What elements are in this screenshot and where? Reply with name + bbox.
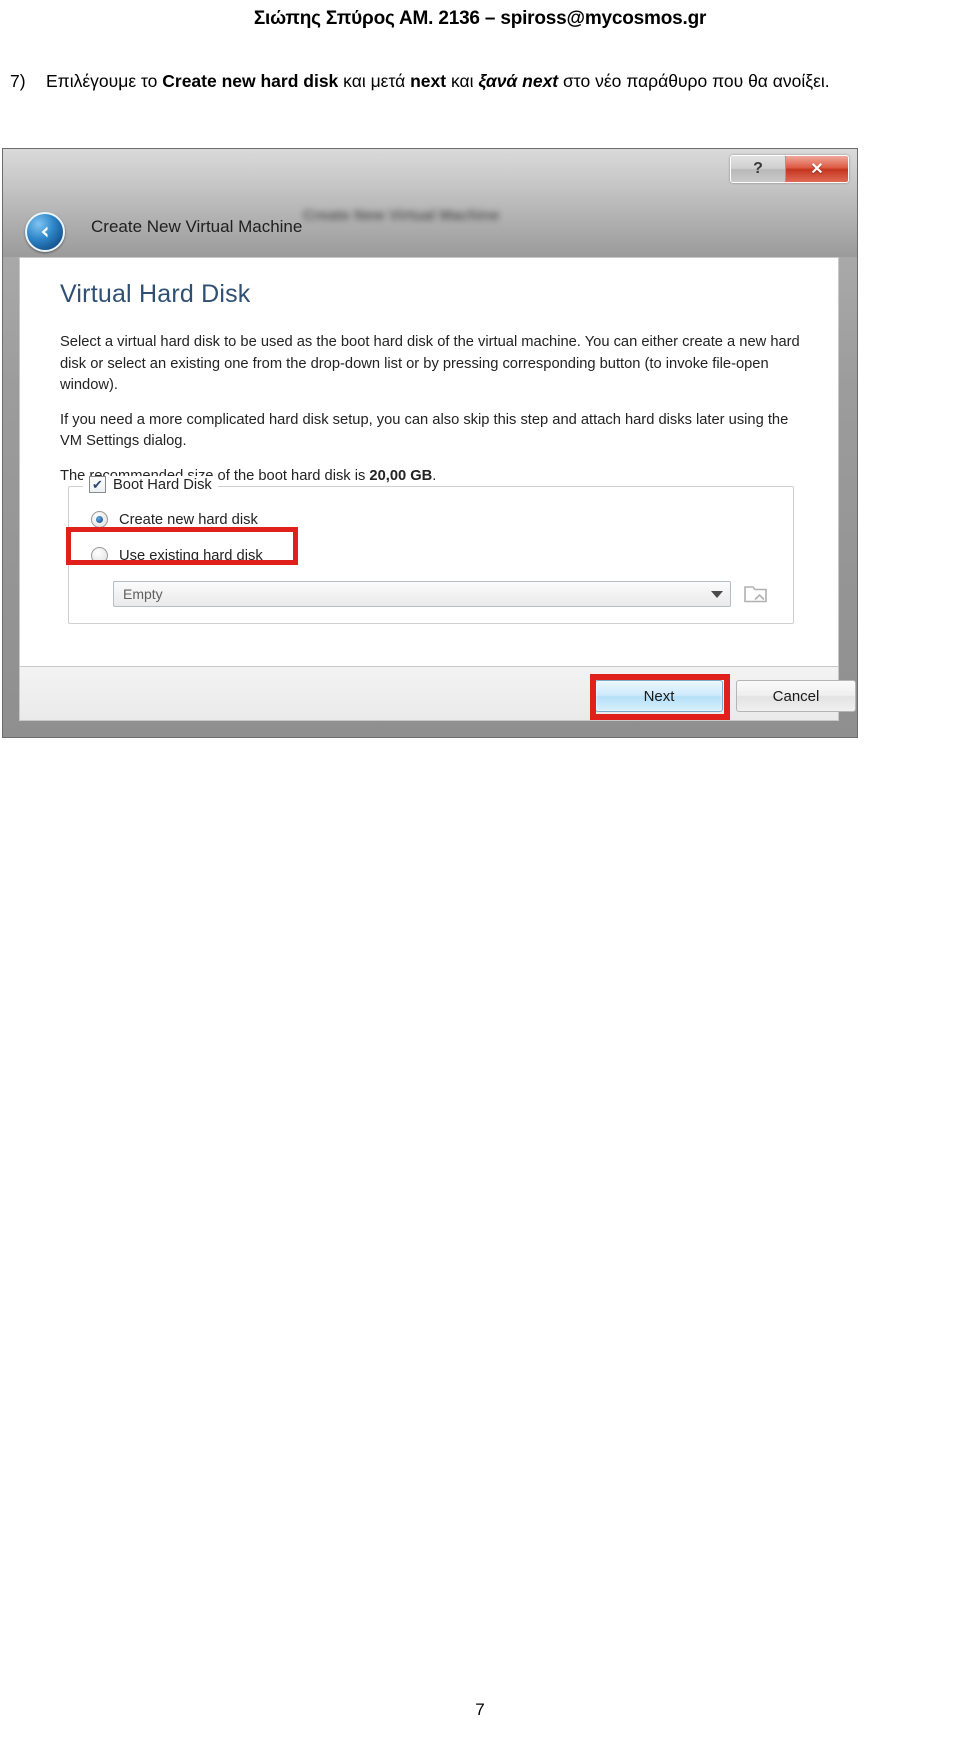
close-button[interactable]: ✕ [786,156,848,182]
boot-hard-disk-label: Boot Hard Disk [113,476,212,493]
cancel-button[interactable]: Cancel [736,680,856,712]
page-title: Virtual Hard Disk [60,280,251,308]
description-paragraph-2: If you need a more complicated hard disk… [60,411,789,450]
instruction-text: Επιλέγουμε το Create new hard disk και μ… [46,68,950,95]
checkmark-icon: ✔ [89,476,106,493]
existing-disk-value: Empty [123,586,163,602]
recommended-size-suffix: . [432,467,437,484]
instruction-part-1: Επιλέγουμε το [46,71,163,91]
instruction-bold-create-new-hard-disk: Create new hard disk [162,71,339,91]
existing-disk-row: Empty [113,581,769,607]
existing-disk-dropdown[interactable]: Empty [113,581,731,607]
page-number: 7 [475,1700,485,1719]
boot-hard-disk-group: ✔ Boot Hard Disk Create new hard disk Us… [68,476,794,624]
back-arrow-icon[interactable] [25,212,65,252]
radio-create-new-hard-disk[interactable]: Create new hard disk [91,511,258,528]
instruction-number: 7) [10,71,26,91]
wizard-description: Select a virtual hard disk to be used as… [60,332,810,500]
instruction-part-3: και [446,71,479,91]
instruction-part-2: και μετά [338,71,411,91]
window-controls: ? ✕ [730,155,849,183]
radio-unselected-icon [91,547,108,564]
radio-use-existing-hard-disk-label: Use existing hard disk [119,547,263,564]
wizard-header-title: Create New Virtual Machine [91,217,303,236]
description-paragraph-1: Select a virtual hard disk to be used as… [60,334,800,393]
embedded-screenshot: Create New Virtual Machine ? ✕ Create Ne… [2,148,858,738]
window-titlebar: Create New Virtual Machine ? ✕ [3,149,857,257]
folder-open-icon[interactable] [743,582,769,606]
radio-create-new-hard-disk-label: Create new hard disk [119,511,258,528]
boot-hard-disk-checkbox[interactable]: ✔ Boot Hard Disk [83,476,218,493]
next-button[interactable]: Next [595,680,723,712]
document-header: Σιώπης Σπύρος ΑΜ. 2136 – spiross@mycosmo… [253,8,707,29]
instruction-bold-next: next [410,71,447,91]
instruction-block: 7) Επιλέγουμε το Create new hard disk κα… [10,68,950,95]
window-title-blurred: Create New Virtual Machine [303,207,500,224]
instruction-bolditalic-xana-next: ξανά next [478,71,559,91]
radio-use-existing-hard-disk[interactable]: Use existing hard disk [91,547,263,564]
help-button[interactable]: ? [731,156,786,182]
wizard-content-panel: Virtual Hard Disk Select a virtual hard … [19,257,839,667]
radio-selected-icon [91,511,108,528]
instruction-part-4: στο νέο παράθυρο που θα ανοίξει. [558,71,830,91]
chevron-down-icon [711,590,723,598]
wizard-footer: Next Cancel [19,667,856,721]
recommended-size-value: 20,00 GB [369,467,433,484]
